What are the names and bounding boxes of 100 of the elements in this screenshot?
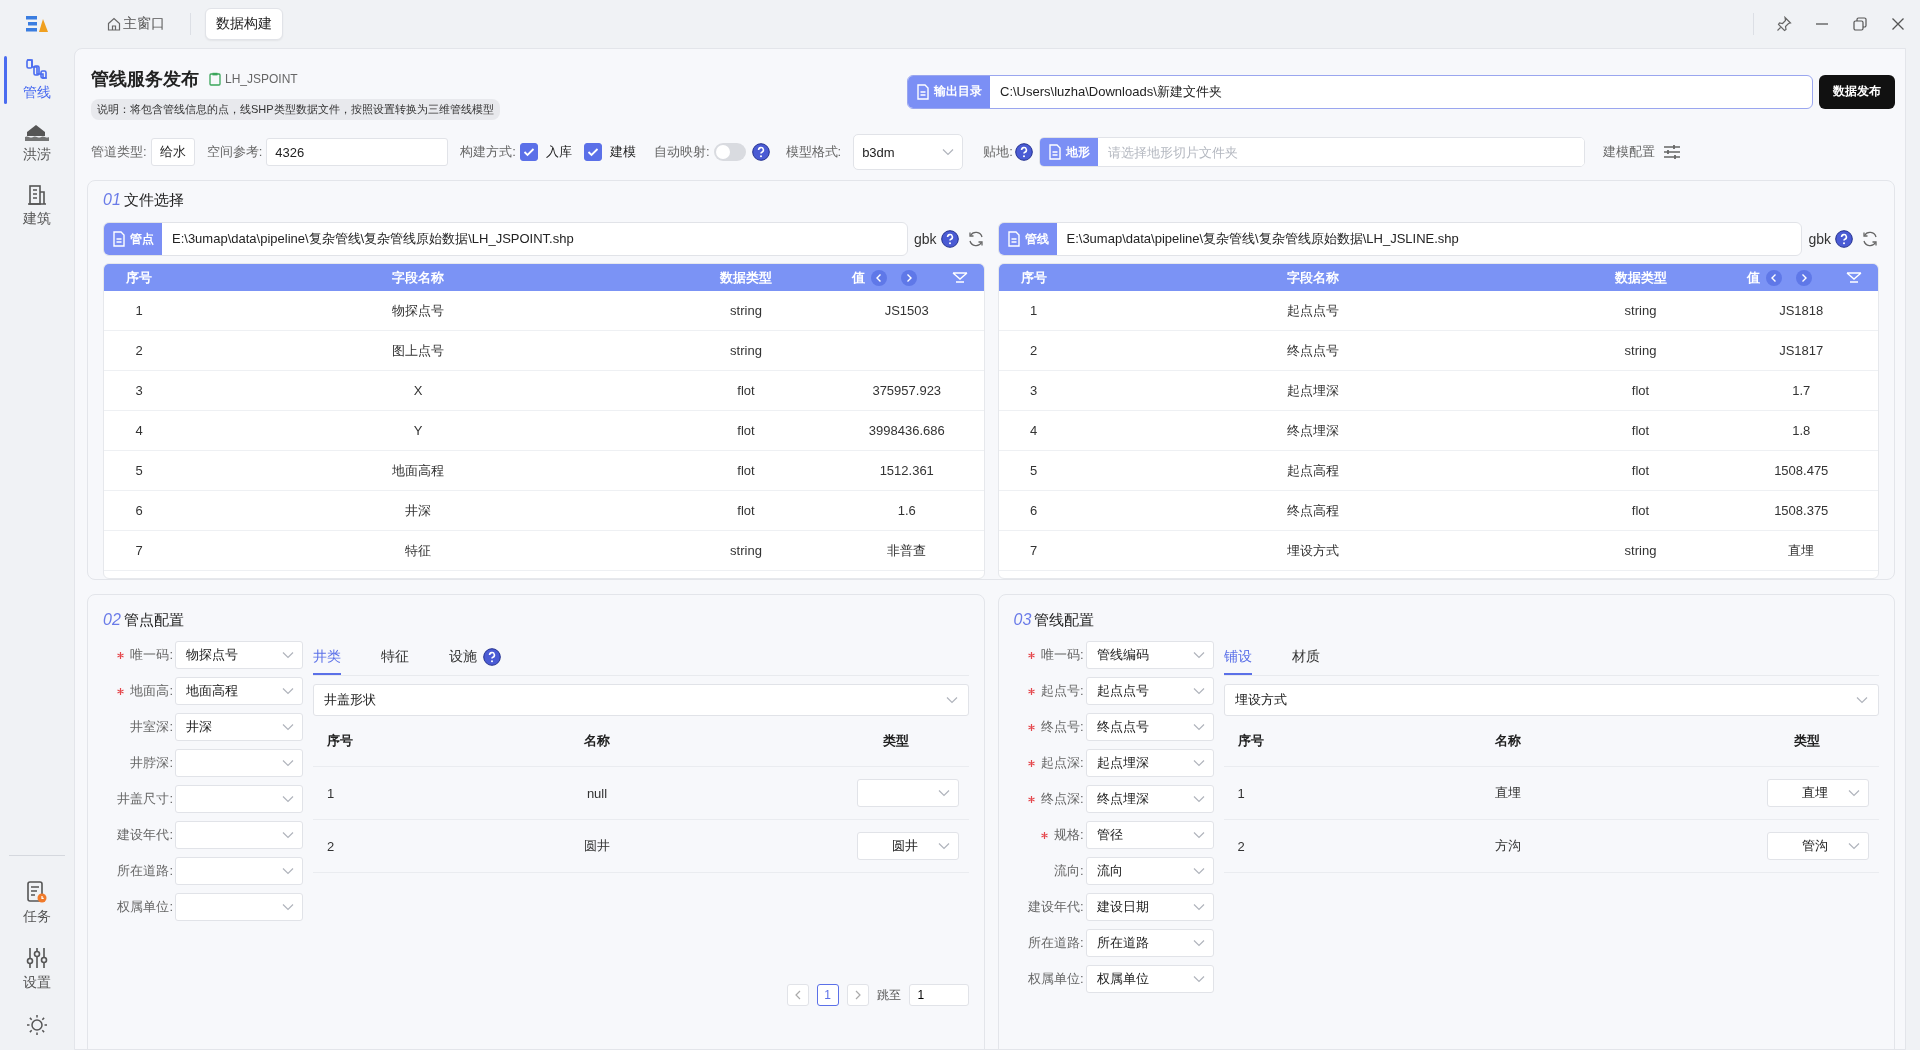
select-field[interactable]: 管线编码 (1085, 641, 1214, 669)
column-header: 值 (1746, 268, 1760, 287)
chevron-down-icon (1192, 831, 1205, 839)
table-cell-text: 终点点号 (1285, 341, 1340, 360)
chevron-down-icon (1848, 842, 1860, 850)
toggle-switch[interactable] (713, 143, 746, 161)
table-cell-text: 1 (134, 303, 144, 318)
help-icon[interactable] (940, 230, 959, 248)
chevron-down-icon (937, 842, 950, 850)
chevron-down-icon (1192, 651, 1205, 659)
help-icon[interactable] (751, 143, 770, 161)
tab[interactable]: 材质 (1291, 641, 1320, 675)
table-cell-text: 5 (1028, 463, 1039, 478)
field-label: 建设年代: (1027, 898, 1084, 916)
help-icon[interactable] (483, 648, 501, 666)
column-header: 序号 (1236, 732, 1265, 750)
type-select[interactable]: 直埋 (1767, 779, 1869, 807)
chevron-down-icon (1192, 903, 1205, 911)
chevron-left-icon[interactable] (1765, 269, 1782, 286)
select-field[interactable]: 起点埋深 (1085, 749, 1214, 777)
publish-button[interactable]: 数据发布 (1819, 74, 1895, 109)
select-field[interactable] (175, 821, 303, 849)
pin-icon[interactable] (1776, 16, 1792, 32)
select-field[interactable] (175, 785, 303, 813)
tab[interactable]: 特征 (381, 641, 409, 675)
type-select[interactable]: 管沟 (1767, 832, 1869, 860)
select-field[interactable] (175, 749, 303, 777)
select-field[interactable]: 物探点号 (175, 641, 303, 669)
select-field[interactable] (175, 857, 303, 885)
file-path-field[interactable]: 管线 E:\3umap\data\pipeline\复杂管线\复杂管线原始数据\LH_JSLINE.shp (997, 222, 1803, 256)
field-label: 规格: (1053, 826, 1084, 844)
select-field[interactable]: 建设日期 (1085, 893, 1214, 921)
refresh-icon[interactable] (966, 230, 985, 248)
refresh-icon[interactable] (1861, 230, 1879, 248)
select-field[interactable]: 起点点号 (1085, 677, 1214, 705)
output-directory-field[interactable]: 输出目录 C:\Users\luzha\Downloads\新建文件夹 (907, 74, 1813, 109)
select-field[interactable]: 权属单位 (1085, 965, 1214, 993)
checkbox[interactable] (519, 143, 538, 161)
chevron-down-icon (1192, 795, 1205, 803)
restore-icon[interactable] (1852, 16, 1868, 32)
select-field[interactable] (175, 893, 303, 921)
sidebar-item[interactable]: 建筑 (0, 174, 74, 238)
jump-label: 跳至 (876, 986, 901, 1004)
sidebar-item[interactable]: 管线 (0, 48, 74, 112)
model-format-select[interactable]: b3dm (853, 134, 964, 170)
dropdown[interactable]: 埋设方式 (1223, 684, 1879, 716)
table-cell-text: X (412, 383, 424, 398)
chevron-left-icon[interactable] (871, 269, 887, 286)
window-tab[interactable]: 主窗口 (96, 8, 176, 40)
file-path-field[interactable]: 管点 E:\3umap\data\pipeline\复杂管线\复杂管线原始数据\LH_JSPOINT.shp (103, 222, 908, 256)
select-field[interactable]: 终点点号 (1085, 713, 1214, 741)
chevron-down-icon (1192, 975, 1205, 983)
table-cell-text: 2 (134, 343, 144, 358)
dropdown[interactable]: 井盖形状 (313, 684, 969, 716)
chevron-down-icon (282, 723, 294, 731)
page-input[interactable]: 1 (908, 984, 969, 1006)
select-field[interactable]: 所在道路 (1085, 929, 1214, 957)
table-cell-text: string (1623, 303, 1658, 318)
select-field[interactable]: 终点埋深 (1085, 785, 1214, 813)
type-select[interactable]: 圆井 (856, 832, 959, 860)
help-icon[interactable] (1835, 230, 1853, 248)
tab[interactable]: 铺设 (1223, 641, 1252, 675)
select-field[interactable]: 管径 (1085, 821, 1214, 849)
spatial-reference-field[interactable]: 4326 (266, 138, 449, 166)
chevron-right-icon[interactable] (1795, 269, 1812, 286)
select-field[interactable]: 井深 (175, 713, 303, 741)
encoding-label: gbk (1808, 231, 1831, 247)
sidebar-item[interactable]: 任务 (0, 870, 74, 936)
table-cell-text: string (729, 303, 763, 318)
column-header: 序号 (125, 268, 153, 287)
sidebar-item[interactable]: 设置 (0, 936, 74, 1002)
section-title: 文件选择 (123, 191, 184, 210)
help-icon[interactable] (1014, 143, 1033, 161)
field-label: 管道类型: (91, 143, 147, 161)
chevron-right-icon[interactable] (901, 269, 917, 286)
filter-icon[interactable] (951, 270, 968, 285)
sidebar-item[interactable]: 洪涝 (0, 112, 74, 174)
select-field[interactable]: 流向 (1085, 857, 1214, 885)
pipe-type-value[interactable]: 给水 (150, 138, 195, 166)
page-button[interactable]: 1 (816, 984, 839, 1006)
table-cell-text: 1512.361 (878, 463, 935, 478)
tab[interactable]: 井类 (313, 641, 341, 675)
select-field[interactable]: 地面高程 (175, 677, 303, 705)
sun-icon[interactable] (26, 1014, 48, 1036)
table-cell-text: 6 (134, 503, 144, 518)
logo-icon (25, 15, 49, 33)
model-config-button[interactable]: 建模配置 (1596, 142, 1687, 162)
output-tag: 输出目录 (908, 75, 990, 108)
table-cell-text: flot (736, 383, 756, 398)
filter-icon[interactable] (1846, 270, 1862, 285)
window-tab[interactable]: 数据构建 (205, 8, 283, 40)
checkbox[interactable] (583, 143, 602, 161)
table-cell-text: 起点点号 (1285, 301, 1340, 320)
field-label: 起点深: (1040, 754, 1084, 772)
output-path: C:\Users\luzha\Downloads\新建文件夹 (999, 82, 1223, 101)
table-cell-text: JS1818 (1778, 303, 1825, 318)
close-icon[interactable] (1890, 16, 1906, 32)
field-label: 权属单位: (117, 898, 173, 916)
tab[interactable]: 设施 (449, 641, 501, 675)
chevron-down-icon (282, 795, 294, 803)
